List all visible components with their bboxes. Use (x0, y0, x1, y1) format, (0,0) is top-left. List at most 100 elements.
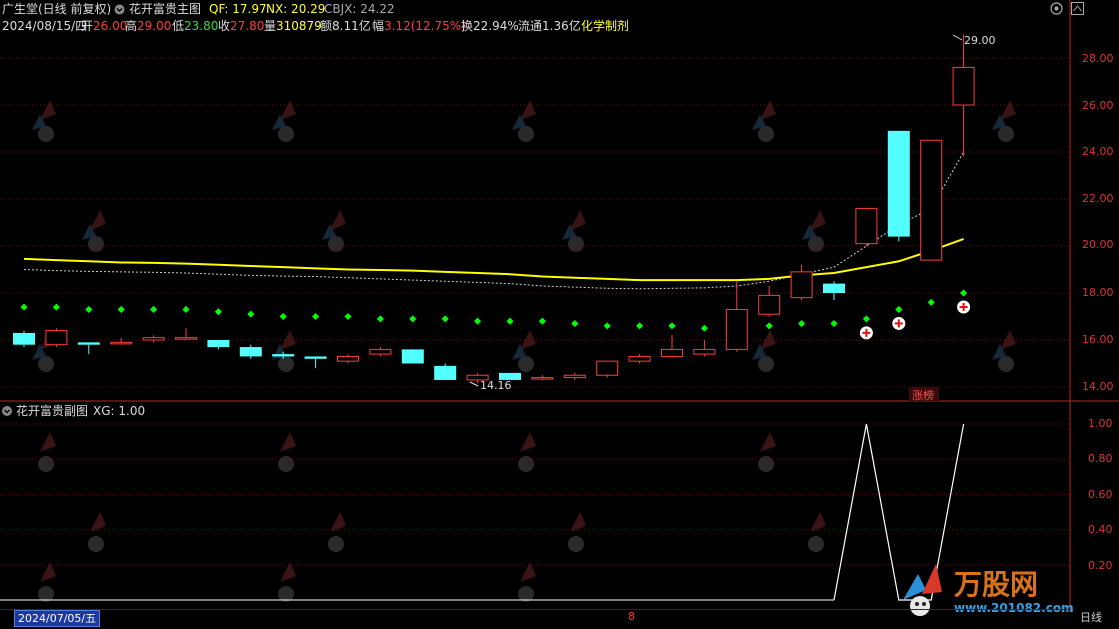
sub-dropdown-icon[interactable] (2, 406, 12, 416)
watermark-crest-red (280, 100, 296, 120)
sub-watermark-face (568, 536, 584, 552)
limit-up-tag[interactable]: 涨榜 (912, 388, 934, 402)
support-dot (506, 317, 514, 325)
main-y-axis: 28.00 26.00 24.00 22.00 20.00 18.00 16.0… (1082, 52, 1114, 393)
watermark-face (328, 236, 344, 252)
support-dot (441, 315, 449, 323)
candle-body-up (45, 330, 68, 346)
candles (13, 34, 975, 384)
sub-watermark-face (88, 536, 104, 552)
sub-watermark-crest (570, 512, 586, 532)
main-grid (0, 0, 1119, 402)
watermark-crest-red (1000, 100, 1016, 120)
xg-signal-line (0, 423, 965, 601)
support-dot (862, 315, 870, 323)
watermark-crest-red (760, 100, 776, 120)
high-annotation-text: 29.00 (964, 34, 996, 47)
support-dot (830, 320, 838, 328)
support-dot (765, 322, 773, 330)
watermark-crest-red (330, 210, 346, 230)
sub-y-tick-04: 0.40 (1088, 523, 1113, 536)
candle-body-down (887, 130, 910, 237)
candle-body-up (142, 337, 165, 341)
candle-body-up (920, 139, 943, 261)
y-tick-16: 16.00 (1082, 333, 1114, 346)
watermark-face (278, 126, 294, 142)
candle-body-down (272, 354, 295, 357)
support-dot (279, 312, 287, 321)
y-tick-14: 14.00 (1082, 380, 1114, 393)
candle-body-up (952, 66, 975, 106)
candle-body-down (823, 283, 845, 293)
sub-watermark-crest (280, 432, 296, 452)
candle-body-up (790, 271, 813, 299)
support-dots (20, 289, 968, 332)
support-dot (52, 303, 60, 311)
y-tick-24: 24.00 (1082, 145, 1114, 158)
low-annotation-text: 14.16 (480, 379, 512, 392)
sub-watermark-crest (40, 432, 56, 452)
candle-body-down (304, 356, 327, 359)
sub-indicator-title[interactable]: 花开富贵副图 (16, 403, 88, 418)
sub-watermark-face (38, 456, 54, 472)
candle-body-up (661, 348, 683, 357)
candle-body-up (855, 207, 878, 245)
sub-y-tick-08: 0.80 (1088, 452, 1113, 465)
watermark-face (998, 356, 1014, 372)
sub-watermark-face (518, 456, 534, 472)
candle-body-down (77, 342, 100, 345)
support-dot (117, 305, 125, 313)
watermark-face (758, 126, 774, 142)
candle-body-up (693, 348, 716, 355)
support-dot (636, 322, 644, 330)
low-annotation-arrow (469, 381, 479, 387)
xg-value: XG: 1.00 (93, 404, 145, 418)
y-tick-28: 28.00 (1082, 52, 1114, 65)
period-label[interactable]: 日线 (1080, 610, 1102, 626)
support-dot (798, 320, 806, 328)
sub-watermark-crest (810, 512, 826, 532)
support-dot (474, 317, 482, 325)
support-dot (603, 322, 611, 330)
support-dot (895, 305, 903, 313)
watermark-face (808, 236, 824, 252)
signal-markers (859, 300, 971, 340)
support-dot (927, 298, 935, 306)
support-dot (20, 303, 28, 311)
month-marker: 8 (628, 610, 635, 623)
sub-watermark-face (758, 456, 774, 472)
support-dot (312, 312, 320, 321)
high-annotation: 29.00 (952, 34, 996, 47)
support-dot (247, 310, 255, 318)
support-dot (344, 312, 352, 321)
sub-watermark-crest (760, 432, 776, 452)
watermark-face (278, 356, 294, 372)
candle-body-down (434, 365, 457, 380)
sub-watermark-crest (520, 432, 536, 452)
watermark-face (518, 126, 534, 142)
support-dot (700, 324, 708, 332)
sub-y-tick-1: 1.00 (1088, 417, 1113, 430)
candle-body-down (239, 347, 262, 357)
high-annotation-arrow (952, 34, 963, 41)
support-dot (409, 315, 417, 323)
y-tick-20: 20.00 (1082, 238, 1114, 251)
candle-body-down (401, 349, 424, 364)
main-kline-chart[interactable]: 28.00 26.00 24.00 22.00 20.00 18.00 16.0… (0, 0, 1119, 402)
support-dot (571, 320, 579, 328)
y-tick-22: 22.00 (1082, 192, 1114, 205)
support-dot (150, 305, 158, 313)
watermark-crest-red (90, 210, 106, 230)
sub-y-tick-06: 0.60 (1088, 488, 1113, 501)
watermark-crest-red (810, 210, 826, 230)
support-dot (376, 315, 384, 323)
sub-watermark-layer (38, 432, 826, 602)
support-dot (214, 308, 222, 316)
cursor-date-label[interactable]: 2024/07/05/五 (14, 610, 101, 627)
watermark-face (38, 126, 54, 142)
support-dot (538, 317, 546, 325)
sub-watermark-face (328, 536, 344, 552)
candle-body-up (596, 360, 619, 376)
candle-body-up (758, 294, 781, 315)
date-axis-strip: 2024/07/05/五 8 日线 (0, 609, 1119, 629)
